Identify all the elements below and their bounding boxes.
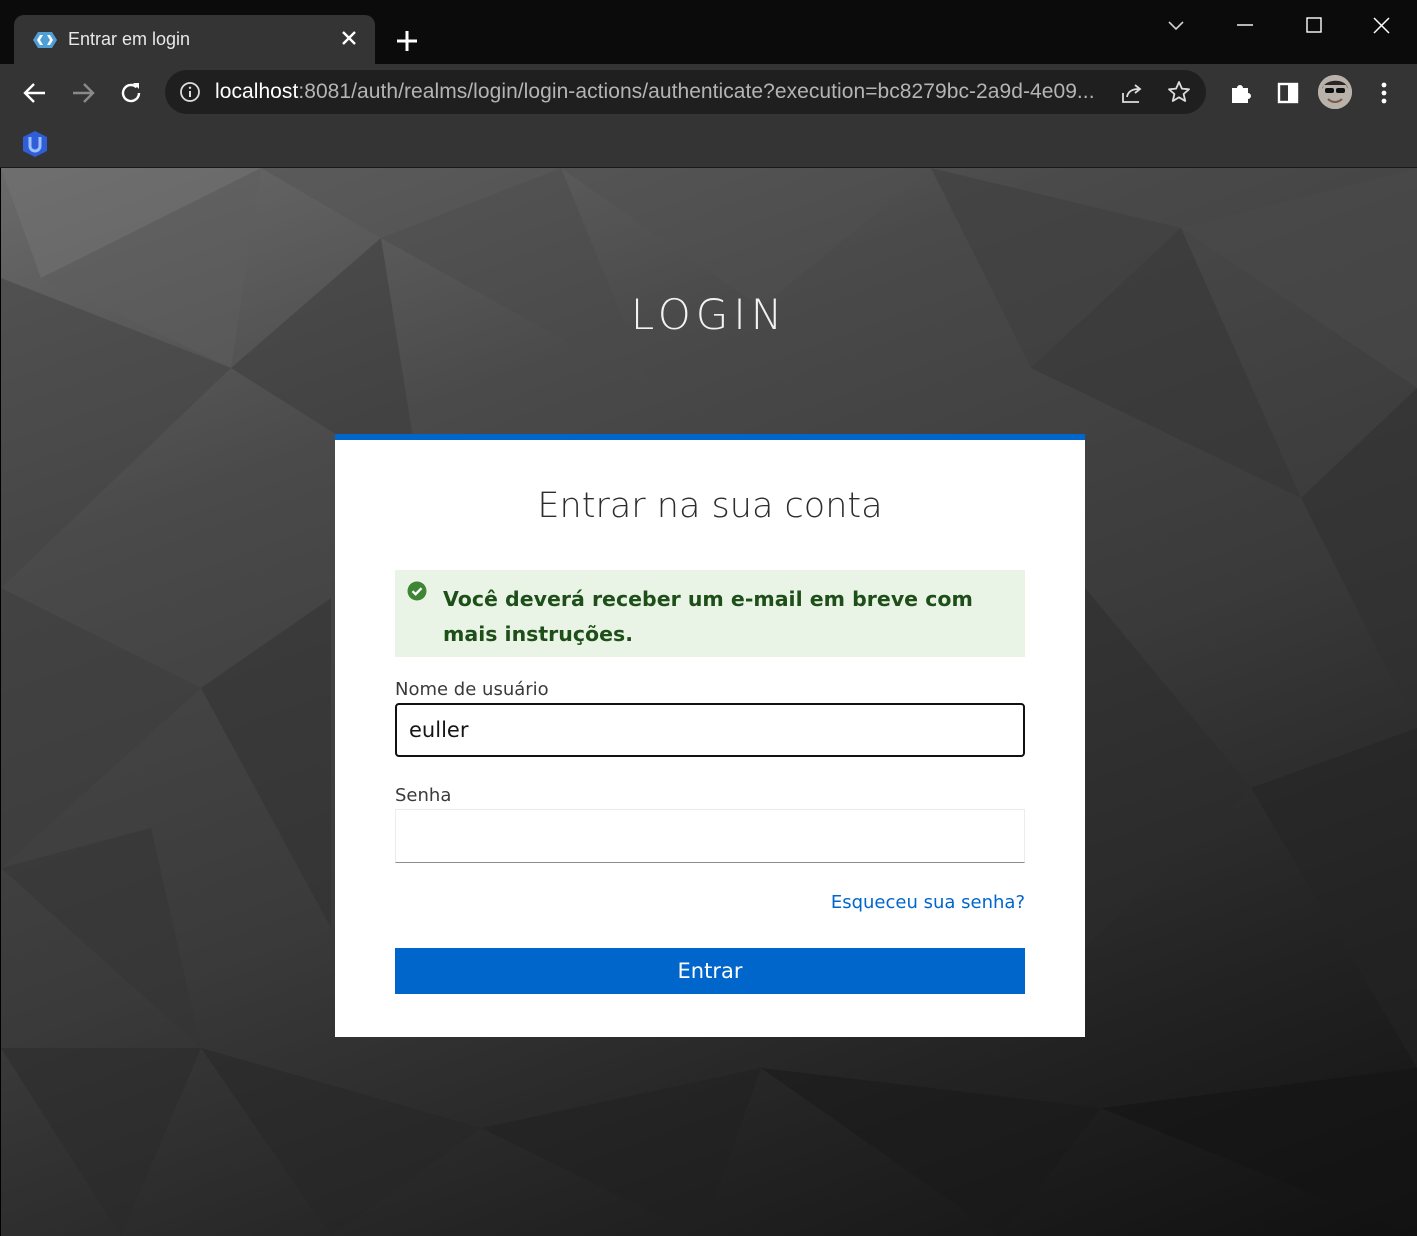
- browser-titlebar: Entrar em login: [0, 0, 1417, 64]
- address-bar[interactable]: localhost:8081/auth/realms/login/login-a…: [165, 70, 1206, 114]
- login-page: LOGIN Entrar na sua conta Você deverá re…: [1, 168, 1417, 1236]
- side-panel-icon[interactable]: [1274, 79, 1302, 107]
- close-window-icon[interactable]: [1368, 12, 1396, 40]
- forward-icon[interactable]: [69, 79, 97, 107]
- profile-avatar[interactable]: [1318, 75, 1352, 109]
- keycloak-favicon: [33, 32, 57, 48]
- card-title: Entrar na sua conta: [537, 486, 883, 526]
- bookmarks-bar: [0, 122, 1417, 168]
- keycloak-bookmark-icon[interactable]: [22, 130, 48, 158]
- success-alert: Você deverá receber um e-mail em breve c…: [395, 570, 1025, 657]
- close-tab-icon[interactable]: [337, 26, 361, 50]
- login-card: Entrar na sua conta Você deverá receber …: [335, 434, 1085, 1037]
- site-info-icon[interactable]: [179, 81, 201, 103]
- extensions-puzzle-icon[interactable]: [1227, 79, 1255, 107]
- avatar-image: [1318, 75, 1352, 109]
- username-input[interactable]: euller: [395, 703, 1025, 757]
- new-tab-icon[interactable]: [393, 27, 421, 55]
- more-menu-icon[interactable]: [1370, 79, 1398, 107]
- url-text[interactable]: localhost:8081/auth/realms/login/login-a…: [215, 80, 1095, 104]
- password-input[interactable]: [395, 809, 1025, 863]
- tab-title: Entrar em login: [68, 29, 191, 49]
- reload-icon[interactable]: [117, 79, 145, 107]
- realm-title: LOGIN: [630, 290, 788, 339]
- share-icon[interactable]: [1119, 80, 1145, 106]
- check-circle-icon: [407, 581, 427, 601]
- maximize-icon[interactable]: [1300, 12, 1328, 40]
- browser-tab[interactable]: Entrar em login: [14, 15, 375, 64]
- bookmark-star-icon[interactable]: [1166, 79, 1192, 105]
- back-icon[interactable]: [21, 79, 49, 107]
- password-label: Senha: [395, 785, 452, 806]
- alert-message: Você deverá receber um e-mail em breve c…: [443, 587, 973, 646]
- login-submit-button[interactable]: Entrar: [395, 948, 1025, 994]
- forgot-password-link[interactable]: Esqueceu sua senha?: [831, 892, 1025, 913]
- browser-toolbar: localhost:8081/auth/realms/login/login-a…: [0, 64, 1417, 122]
- url-path: :8081/auth/realms/login/login-actions/au…: [298, 80, 1095, 103]
- username-label: Nome de usuário: [395, 679, 549, 700]
- minimize-icon[interactable]: [1231, 12, 1259, 40]
- url-host: localhost: [215, 80, 299, 103]
- tab-search-chevron-icon[interactable]: [1162, 12, 1190, 40]
